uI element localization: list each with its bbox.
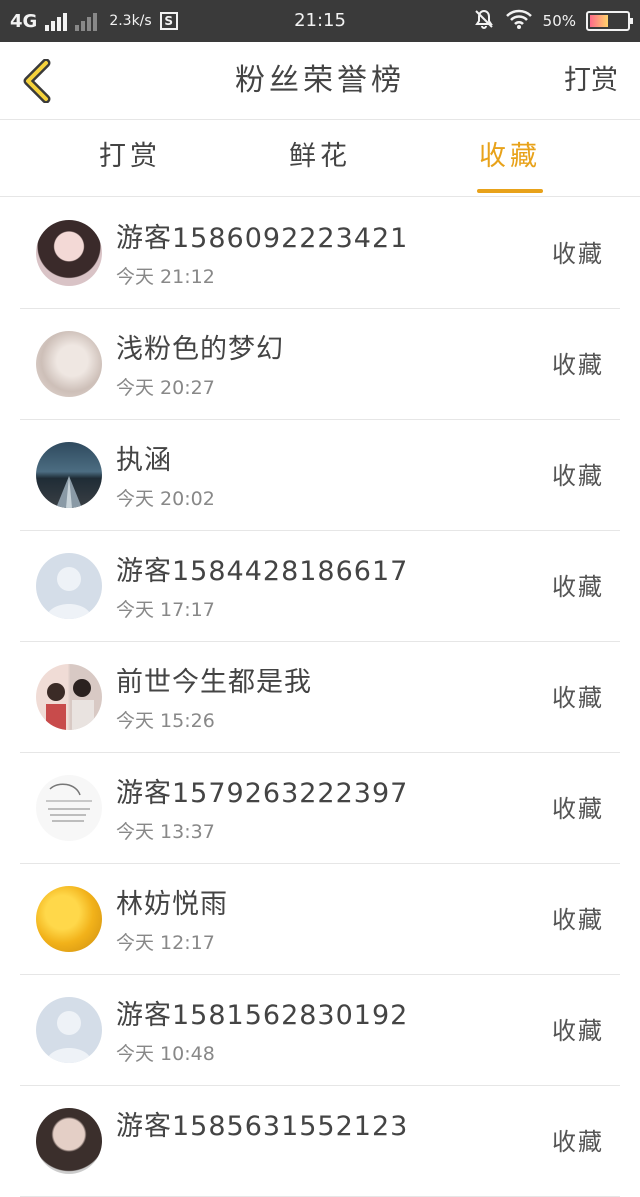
avatar bbox=[36, 775, 102, 841]
avatar bbox=[36, 220, 102, 286]
fan-action: 收藏 bbox=[552, 240, 604, 268]
tab-label: 收藏 bbox=[479, 141, 541, 172]
fan-action: 收藏 bbox=[552, 684, 604, 712]
avatar bbox=[36, 664, 102, 730]
fan-time: 今天 20:27 bbox=[116, 377, 215, 399]
signal-icon bbox=[45, 11, 68, 31]
avatar bbox=[36, 997, 102, 1063]
fan-name: 游客1579263222397 bbox=[116, 778, 409, 809]
fan-name: 前世今生都是我 bbox=[116, 667, 312, 698]
network-type: 4G bbox=[10, 10, 38, 32]
fan-time: 今天 21:12 bbox=[116, 266, 215, 288]
list-item[interactable]: 浅粉色的梦幻 今天 20:27 收藏 bbox=[0, 309, 640, 420]
avatar bbox=[36, 442, 102, 508]
fan-time: 今天 20:02 bbox=[116, 488, 215, 510]
fan-name: 林妨悦雨 bbox=[116, 889, 228, 920]
fan-name: 执涵 bbox=[116, 445, 172, 476]
list-item[interactable]: 执涵 今天 20:02 收藏 bbox=[0, 420, 640, 531]
list-item[interactable]: 游客1585631552123 收藏 bbox=[0, 1086, 640, 1197]
fan-time: 今天 15:26 bbox=[116, 710, 215, 732]
tab-reward[interactable]: 打赏 bbox=[65, 121, 195, 197]
fan-name: 游客1581562830192 bbox=[116, 1000, 409, 1031]
list-item[interactable]: 游客1586092223421 今天 21:12 收藏 bbox=[0, 198, 640, 309]
reward-button[interactable]: 打赏 bbox=[564, 42, 618, 120]
list-item[interactable]: 前世今生都是我 今天 15:26 收藏 bbox=[0, 642, 640, 753]
fan-name: 游客1584428186617 bbox=[116, 556, 409, 587]
page-title: 粉丝荣誉榜 bbox=[235, 63, 405, 98]
avatar bbox=[36, 1108, 102, 1174]
signal-secondary-icon bbox=[75, 11, 98, 31]
fan-time: 今天 10:48 bbox=[116, 1043, 215, 1065]
fan-name: 浅粉色的梦幻 bbox=[116, 334, 284, 365]
battery-percent: 50% bbox=[542, 12, 576, 30]
bell-muted-icon bbox=[473, 8, 495, 35]
fan-time: 今天 17:17 bbox=[116, 599, 215, 621]
fan-action: 收藏 bbox=[552, 1017, 604, 1045]
battery-fill bbox=[590, 15, 608, 27]
tab-flowers[interactable]: 鲜花 bbox=[255, 121, 385, 197]
nav-bar: 粉丝荣誉榜 打赏 bbox=[0, 42, 640, 120]
fan-action: 收藏 bbox=[552, 462, 604, 490]
avatar bbox=[36, 553, 102, 619]
network-speed: 2.3k/s bbox=[109, 13, 152, 29]
fan-action: 收藏 bbox=[552, 351, 604, 379]
battery-icon bbox=[586, 11, 633, 31]
tab-bar: 打赏 鲜花 收藏 bbox=[0, 121, 640, 197]
avatar bbox=[36, 331, 102, 397]
fan-action: 收藏 bbox=[552, 795, 604, 823]
avatar bbox=[36, 886, 102, 952]
fan-action: 收藏 bbox=[552, 1128, 604, 1156]
tab-label: 打赏 bbox=[99, 141, 161, 172]
list-item[interactable]: 游客1581562830192 今天 10:48 收藏 bbox=[0, 975, 640, 1086]
fan-name: 游客1586092223421 bbox=[116, 223, 409, 254]
tab-label: 鲜花 bbox=[289, 141, 351, 172]
fan-name: 游客1585631552123 bbox=[116, 1111, 409, 1142]
fan-list: 游客1586092223421 今天 21:12 收藏 浅粉色的梦幻 今天 20… bbox=[0, 198, 640, 1197]
tab-favorites[interactable]: 收藏 bbox=[445, 121, 575, 197]
wifi-icon bbox=[505, 8, 533, 35]
fan-action: 收藏 bbox=[552, 906, 604, 934]
fan-time: 今天 12:17 bbox=[116, 932, 215, 954]
fan-time: 今天 13:37 bbox=[116, 821, 215, 843]
list-item[interactable]: 游客1584428186617 今天 17:17 收藏 bbox=[0, 531, 640, 642]
fan-action: 收藏 bbox=[552, 573, 604, 601]
list-item[interactable]: 游客1579263222397 今天 13:37 收藏 bbox=[0, 753, 640, 864]
status-bar: 4G 2.3k/s S 21:15 50% bbox=[0, 0, 640, 42]
s-app-icon: S bbox=[159, 12, 178, 30]
list-item[interactable]: 林妨悦雨 今天 12:17 收藏 bbox=[0, 864, 640, 975]
active-tab-indicator bbox=[477, 189, 543, 193]
